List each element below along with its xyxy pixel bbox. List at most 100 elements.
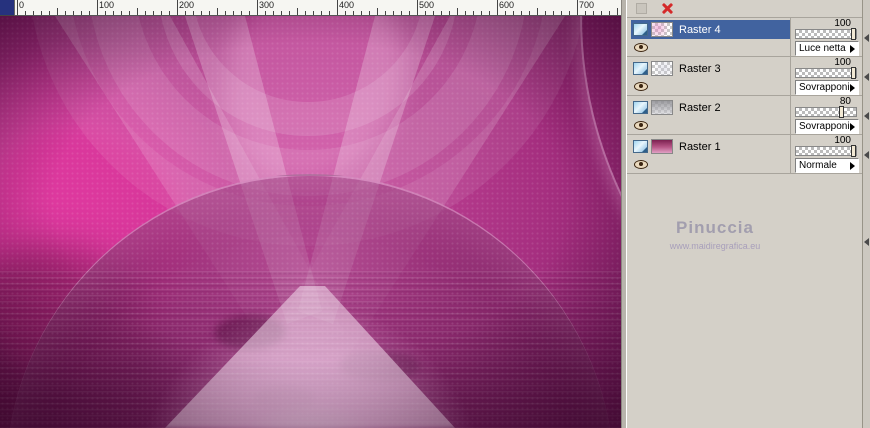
opacity-slider-handle[interactable] xyxy=(851,145,856,157)
opacity-slider[interactable] xyxy=(795,28,857,40)
ruler-tick xyxy=(369,11,370,15)
layer-row[interactable]: Raster 2 80 Sovrapponi xyxy=(627,96,862,135)
ruler-tick xyxy=(457,8,458,15)
ruler-tick xyxy=(585,11,586,15)
ruler-tick xyxy=(33,11,34,15)
opacity-slider[interactable] xyxy=(795,106,857,118)
layer-name[interactable]: Raster 2 xyxy=(676,102,721,114)
visibility-eye-icon[interactable] xyxy=(634,42,648,52)
panel-edge-strip[interactable] xyxy=(862,0,870,428)
collapse-arrow-icon[interactable] xyxy=(864,34,869,42)
ruler-tick xyxy=(217,8,218,15)
ruler-tick xyxy=(609,11,610,15)
layer-name[interactable]: Raster 3 xyxy=(676,63,721,75)
ruler-tick xyxy=(529,11,530,15)
layer-thumbnail xyxy=(651,100,673,115)
ruler-number: 600 xyxy=(499,0,515,10)
canvas-area: 0 100 200 300 400 500 600 700 xyxy=(0,0,621,428)
ruler-tick xyxy=(313,11,314,15)
ruler-tick xyxy=(465,11,466,15)
ruler-tick xyxy=(569,11,570,15)
layer-list: Raster 4 100 Luce netta Raster 3 100 Sov… xyxy=(627,18,862,174)
ruler-tick xyxy=(425,11,426,15)
ruler-tick xyxy=(105,11,106,15)
layer-row[interactable]: Raster 1 100 Normale xyxy=(627,135,862,174)
ruler-number: 400 xyxy=(339,0,355,10)
blend-mode-dropdown[interactable]: Sovrapponi xyxy=(795,119,859,134)
ruler-tick xyxy=(209,11,210,15)
layer-controls: 80 Sovrapponi xyxy=(790,96,862,134)
layer-type-icon xyxy=(633,101,648,114)
layer-thumbnail xyxy=(651,61,673,76)
ruler-tick xyxy=(577,0,578,15)
ruler-tick xyxy=(65,11,66,15)
toolbar-button[interactable] xyxy=(632,1,650,16)
layer-name[interactable]: Raster 1 xyxy=(676,141,721,153)
collapse-arrow-icon[interactable] xyxy=(864,238,869,246)
visibility-eye-icon[interactable] xyxy=(634,120,648,130)
delete-layer-button[interactable] xyxy=(658,1,676,16)
image-canvas[interactable] xyxy=(0,16,621,428)
ruler-tick xyxy=(281,11,282,15)
artwork-vignette xyxy=(0,16,621,428)
ruler-tick xyxy=(225,11,226,15)
ruler-tick xyxy=(81,11,82,15)
ruler-tick xyxy=(617,8,618,15)
blend-mode-dropdown[interactable]: Luce netta xyxy=(795,41,859,56)
layer-name[interactable]: Raster 4 xyxy=(676,24,721,36)
ruler-tick xyxy=(521,11,522,15)
layer-row-header[interactable]: Raster 1 xyxy=(631,137,790,156)
layer-row[interactable]: Raster 3 100 Sovrapponi xyxy=(627,57,862,96)
collapse-arrow-icon[interactable] xyxy=(864,112,869,120)
ruler-number: 100 xyxy=(99,0,115,10)
opacity-slider-handle[interactable] xyxy=(851,67,856,79)
opacity-slider[interactable] xyxy=(795,67,857,79)
blend-mode-dropdown[interactable]: Normale xyxy=(795,158,859,173)
layer-row-left: Raster 2 xyxy=(627,96,790,134)
opacity-slider-handle[interactable] xyxy=(839,106,844,118)
dropdown-arrow-icon xyxy=(850,122,855,131)
eye-pupil xyxy=(639,123,643,127)
layer-row-header[interactable]: Raster 4 xyxy=(631,20,790,39)
collapse-arrow-icon[interactable] xyxy=(864,151,869,159)
delete-icon xyxy=(661,2,674,15)
ruler-tick xyxy=(489,11,490,15)
ruler-tick xyxy=(497,0,498,15)
ruler-tick xyxy=(601,11,602,15)
layer-row-left: Raster 3 xyxy=(627,57,790,95)
ruler-tick xyxy=(353,11,354,15)
ruler-tick xyxy=(41,11,42,15)
blend-mode-value: Sovrapponi xyxy=(799,81,850,93)
layer-row-header[interactable]: Raster 2 xyxy=(631,98,790,117)
ruler-tick xyxy=(417,0,418,15)
ruler-tick xyxy=(545,11,546,15)
eye-pupil xyxy=(639,84,643,88)
ruler-tick xyxy=(129,11,130,15)
ruler-tick xyxy=(377,8,378,15)
watermark: Pinuccia www.maidiregrafica.eu xyxy=(635,218,795,251)
ruler-tick xyxy=(257,0,258,15)
ruler-tick xyxy=(25,11,26,15)
opacity-slider[interactable] xyxy=(795,145,857,157)
ruler-number: 500 xyxy=(419,0,435,10)
layer-thumbnail xyxy=(651,139,673,154)
blend-mode-dropdown[interactable]: Sovrapponi xyxy=(795,80,859,95)
visibility-eye-icon[interactable] xyxy=(634,81,648,91)
opacity-slider-handle[interactable] xyxy=(851,28,856,40)
layer-row[interactable]: Raster 4 100 Luce netta xyxy=(627,18,862,57)
ruler-tick xyxy=(297,8,298,15)
layer-type-icon xyxy=(633,62,648,75)
ruler-tick xyxy=(449,11,450,15)
layer-type-icon xyxy=(633,140,648,153)
visibility-eye-icon[interactable] xyxy=(634,159,648,169)
ruler-tick xyxy=(153,11,154,15)
layer-row-header[interactable]: Raster 3 xyxy=(631,59,790,78)
ruler-tick xyxy=(289,11,290,15)
ruler-tick xyxy=(537,8,538,15)
ruler-tick xyxy=(593,11,594,15)
collapse-arrow-icon[interactable] xyxy=(864,73,869,81)
opacity-value: 80 xyxy=(839,96,851,107)
layer-row-footer xyxy=(631,117,790,133)
ruler-tick xyxy=(305,11,306,15)
dropdown-arrow-icon xyxy=(850,161,855,170)
